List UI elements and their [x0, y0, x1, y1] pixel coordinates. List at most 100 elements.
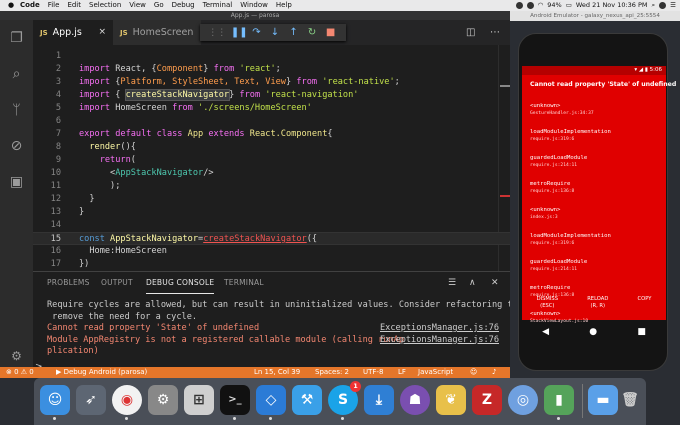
trash-icon[interactable]: 🗑 — [618, 385, 642, 415]
feedback-icon[interactable]: ☺ — [470, 367, 477, 378]
code-line[interactable]: 4 import { createStackNavigator} from 're… — [33, 89, 510, 102]
stack-frame[interactable]: <unknown> GestureHandler.js:34:37 — [530, 102, 662, 128]
code-line[interactable]: 1 — [33, 50, 510, 63]
chrome-icon[interactable]: ◉ — [112, 385, 142, 420]
dismiss-button[interactable]: DISMISS (ESC) — [537, 296, 558, 318]
step-into-icon[interactable]: ↓ — [268, 27, 282, 38]
close-tab-icon[interactable]: × — [98, 20, 106, 45]
launchpad-icon[interactable]: ➶ — [76, 385, 106, 415]
source-link[interactable]: ExceptionsManager.js:76 — [380, 335, 499, 347]
recents-icon[interactable]: ■ — [637, 327, 646, 337]
code-line[interactable]: 14 — [33, 219, 510, 232]
tab-terminal[interactable]: TERMINAL — [224, 272, 264, 294]
menu-selection[interactable]: Selection — [85, 0, 125, 11]
wifi-icon[interactable]: ◠ — [538, 0, 544, 11]
github-desktop-icon[interactable]: ☗ — [400, 385, 430, 415]
android-emulator-icon[interactable]: ▮ — [544, 385, 574, 420]
clear-console-icon[interactable]: ☰ — [448, 272, 456, 294]
status-eol[interactable]: LF — [398, 367, 406, 378]
tab-debug-console[interactable]: DEBUG CONSOLE — [146, 272, 215, 294]
finder-icon[interactable]: ☺ — [40, 385, 70, 420]
menu-help[interactable]: Help — [272, 0, 296, 11]
spotlight-icon[interactable]: ⌕ — [652, 0, 656, 11]
stack-frame[interactable]: loadModuleImplementation require.js:319:6 — [530, 128, 662, 154]
filezilla-icon[interactable]: Z — [472, 385, 502, 415]
reload-button[interactable]: RELOAD (R, R) — [587, 296, 608, 318]
tab-homescreen[interactable]: JS HomeScreen — [113, 20, 201, 45]
menu-view[interactable]: View — [125, 0, 150, 11]
tab-app-js[interactable]: JS App.js × — [33, 20, 113, 45]
more-actions-icon[interactable]: ⋯ — [490, 20, 500, 45]
search-icon[interactable]: ⌕ — [8, 66, 25, 83]
stack-frame[interactable]: metroRequire require.js:136:8 — [530, 180, 662, 206]
source-link[interactable]: ExceptionsManager.js:76 — [380, 323, 499, 335]
restart-icon[interactable]: ↻ — [305, 27, 319, 38]
source-control-icon[interactable]: ᛘ — [8, 102, 25, 119]
debug-icon[interactable]: ⊘ — [8, 138, 25, 155]
step-over-icon[interactable]: ↷ — [249, 27, 263, 38]
settings-gear-icon[interactable]: ⚙ — [8, 348, 25, 365]
menu-file[interactable]: File — [44, 0, 64, 11]
code-line[interactable]: 2 import React, {Component} from 'react'; — [33, 63, 510, 76]
apple-menu-icon[interactable]: ● — [6, 0, 16, 11]
code-line[interactable]: 9 return( — [33, 154, 510, 167]
vscode-icon[interactable]: ◇ — [256, 385, 286, 420]
status-language[interactable]: JavaScript — [418, 367, 453, 378]
finder-folder-icon[interactable]: ⊞ — [184, 385, 214, 415]
code-line[interactable]: 3 import {Platform, StyleSheet, Text, Vie… — [33, 76, 510, 89]
pause-icon[interactable]: ❚❚ — [231, 27, 248, 38]
code-line[interactable]: 17}) — [33, 258, 510, 271]
stack-frame[interactable]: guardedLoadModule require.js:214:11 — [530, 154, 662, 180]
drag-handle-icon[interactable]: ⋮⋮ — [208, 28, 226, 38]
stack-frame[interactable]: loadModuleImplementation require.js:319:6 — [530, 232, 662, 258]
terminal-icon[interactable]: >_ — [220, 385, 250, 420]
downloads-folder-icon[interactable]: ▬ — [588, 385, 618, 415]
code-line[interactable]: 15 const AppStackNavigator=createStackNav… — [33, 232, 510, 245]
status-encoding[interactable]: UTF-8 — [363, 367, 383, 378]
pineapple-app-icon[interactable]: ❦ — [436, 385, 466, 415]
siri-icon[interactable] — [659, 2, 667, 9]
maximize-panel-icon[interactable]: ∧ — [469, 272, 476, 294]
notification-center-icon[interactable]: ☰ — [670, 0, 676, 11]
browser-globe-icon[interactable]: ◎ — [508, 385, 538, 415]
menu-debug[interactable]: Debug — [168, 0, 199, 11]
status-cursor-position[interactable]: Ln 15, Col 39 — [254, 367, 300, 378]
code-line[interactable]: 13} — [33, 206, 510, 219]
system-preferences-icon[interactable]: ⚙ — [148, 385, 178, 415]
battery-percent[interactable]: 94% — [547, 0, 561, 11]
code-line[interactable]: 16 Home:HomeScreen — [33, 245, 510, 258]
skype-icon[interactable]: S1 — [328, 381, 361, 420]
phone-screen[interactable]: ▾ ◢ ▮ 5:06 Cannot read property 'State' … — [522, 66, 676, 324]
menu-go[interactable]: Go — [150, 0, 168, 11]
code-line[interactable]: 8 render(){ — [33, 141, 510, 154]
stack-frame[interactable]: guardedLoadModule require.js:214:11 — [530, 258, 662, 284]
split-editor-icon[interactable]: ◫ — [466, 20, 475, 45]
code-line[interactable]: 10 <AppStackNavigator/> — [33, 167, 510, 180]
home-icon[interactable]: ● — [589, 327, 597, 337]
download-icon[interactable]: ⤓ — [364, 385, 394, 415]
xcode-icon[interactable]: ⚒ — [292, 385, 322, 415]
menu-code[interactable]: Code — [16, 0, 44, 11]
status-indentation[interactable]: Spaces: 2 — [315, 367, 349, 378]
notifications-icon[interactable]: ♪ — [492, 367, 496, 378]
tab-problems[interactable]: PROBLEMS — [47, 272, 90, 294]
step-out-icon[interactable]: ↑ — [287, 27, 301, 38]
status-debug-config[interactable]: ▶ Debug Android (parosa) — [56, 367, 147, 378]
menu-edit[interactable]: Edit — [63, 0, 85, 11]
explorer-icon[interactable]: ❐ — [8, 30, 25, 47]
code-line[interactable]: 5 import HomeScreen from './screens/HomeS… — [33, 102, 510, 115]
code-line[interactable]: 6 — [33, 115, 510, 128]
stack-frame[interactable]: <unknown> index.js:3 — [530, 206, 662, 232]
code-line[interactable]: 11 ); — [33, 180, 510, 193]
sync-tray-icon[interactable] — [526, 2, 534, 9]
code-line[interactable]: 12 } — [33, 193, 510, 206]
clock[interactable]: Wed 21 Nov 10:36 PM — [576, 0, 648, 11]
close-panel-icon[interactable]: ✕ — [491, 272, 499, 294]
back-icon[interactable]: ◀ — [542, 327, 549, 337]
code-line[interactable]: 7 export default class App extends React.… — [33, 128, 510, 141]
code-editor[interactable]: 1 2 import React, {Component} from 'react'… — [33, 45, 510, 271]
stop-icon[interactable]: ■ — [324, 27, 338, 38]
menu-window[interactable]: Window — [236, 0, 272, 11]
menu-terminal[interactable]: Terminal — [199, 0, 237, 11]
tab-output[interactable]: OUTPUT — [101, 272, 133, 294]
